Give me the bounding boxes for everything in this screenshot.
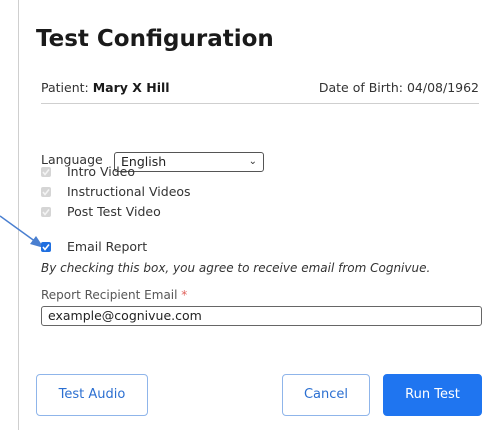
patient-name: Mary X Hill	[92, 80, 170, 95]
cancel-button[interactable]: Cancel	[282, 374, 370, 416]
option-email-report[interactable]: Email Report	[41, 239, 147, 254]
run-test-button[interactable]: Run Test	[383, 374, 482, 416]
option-instructional-videos: Instructional Videos	[41, 184, 191, 199]
dialog-title: Test Configuration	[36, 26, 274, 52]
chevron-down-icon: ⌄	[248, 156, 257, 167]
panel-edge-divider	[18, 0, 19, 430]
option-label: Instructional Videos	[67, 184, 191, 199]
checkmark-icon	[42, 208, 50, 216]
option-label: Intro Video	[67, 164, 136, 179]
email-report-checkbox[interactable]	[41, 241, 51, 252]
email-field-label: Report Recipient Email *	[41, 288, 187, 302]
report-recipient-email-field[interactable]: example@cognivue.com	[41, 306, 482, 326]
date-of-birth: Date of Birth: 04/08/1962	[319, 80, 479, 95]
patient-label: Patient:	[41, 80, 89, 95]
checkmark-icon	[42, 168, 50, 176]
language-select[interactable]: English ⌄	[114, 152, 264, 172]
intro-video-checkbox	[41, 166, 51, 177]
checkmark-icon	[42, 188, 50, 196]
email-consent-text: By checking this box, you agree to recei…	[41, 261, 431, 275]
option-label: Post Test Video	[67, 204, 161, 219]
header-divider	[41, 103, 479, 104]
dob-label: Date of Birth:	[318, 80, 403, 95]
option-label: Email Report	[67, 239, 148, 254]
email-label-text: Report Recipient Email	[41, 288, 178, 302]
option-post-test-video: Post Test Video	[41, 204, 161, 219]
test-configuration-dialog: Test Configuration Patient: Mary X Hill …	[0, 0, 493, 430]
dob-value: 04/08/1962	[406, 80, 479, 95]
test-audio-button[interactable]: Test Audio	[36, 374, 148, 416]
checkmark-icon	[42, 243, 50, 251]
option-intro-video: Intro Video	[41, 164, 135, 179]
patient-info-row: Patient: Mary X Hill Date of Birth: 04/0…	[41, 80, 479, 95]
post-test-video-checkbox	[41, 206, 51, 217]
instructional-videos-checkbox	[41, 186, 51, 197]
required-marker: *	[181, 288, 188, 302]
